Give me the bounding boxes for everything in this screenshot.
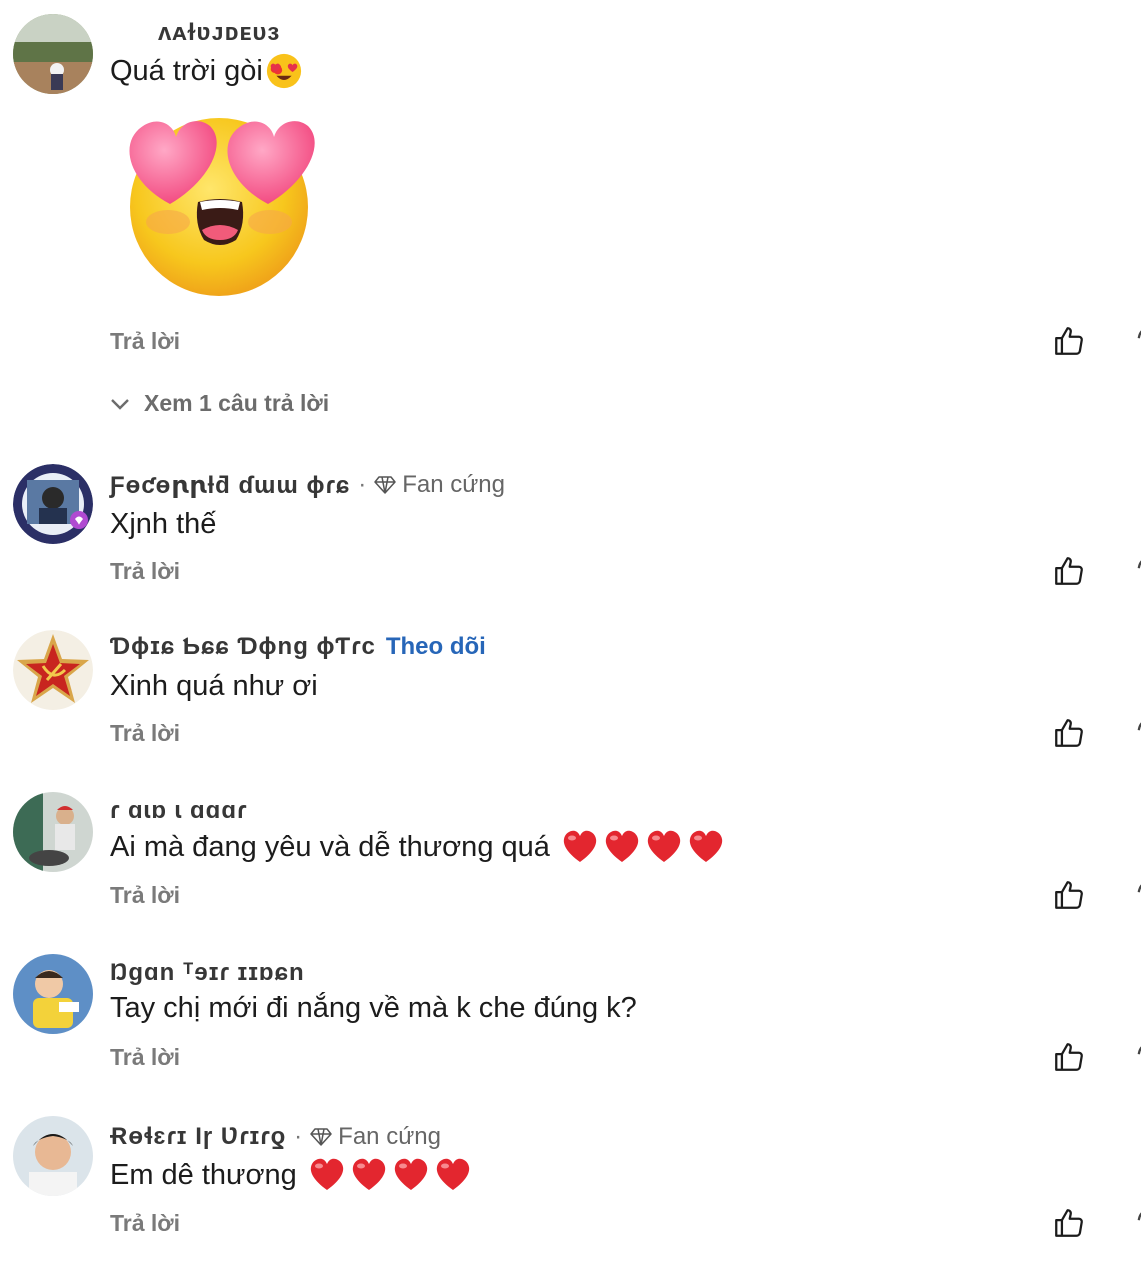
comment-author[interactable]: Ɗɸɪɕ Ƅɕɕ Ɗɸng ɸƬɾc bbox=[110, 633, 376, 661]
reply-button[interactable]: Trả lời bbox=[110, 1044, 180, 1071]
reply-button[interactable]: Trả lời bbox=[110, 1210, 180, 1237]
fan-badge-label: Fan cứng bbox=[338, 1123, 441, 1150]
comment-text-row: Ai mà đang yêu và dễ thương quá bbox=[110, 830, 724, 864]
avatar[interactable] bbox=[13, 1116, 93, 1196]
sticker-heart-eyes bbox=[118, 112, 322, 302]
reply-button[interactable]: Trả lời bbox=[110, 882, 180, 909]
comment-text-row: Tay chị mới đi nắng về mà k che đúng k? bbox=[110, 992, 637, 1025]
dislike-icon[interactable] bbox=[1133, 1206, 1141, 1240]
separator-dot: · bbox=[294, 1123, 303, 1150]
dislike-icon[interactable] bbox=[1133, 554, 1141, 588]
dislike-icon[interactable] bbox=[1133, 878, 1141, 912]
comment-text: Quá trời gòi bbox=[110, 54, 263, 87]
like-icon[interactable] bbox=[1052, 878, 1086, 912]
avatar[interactable] bbox=[13, 630, 93, 710]
like-icon[interactable] bbox=[1052, 324, 1086, 358]
comment-author[interactable]: ᴧᴀɫʋᴊᴅᴇᴜɜ bbox=[158, 19, 280, 47]
like-icon[interactable] bbox=[1052, 1206, 1086, 1240]
like-icon[interactable] bbox=[1052, 554, 1086, 588]
avatar[interactable] bbox=[13, 954, 93, 1034]
like-icon[interactable] bbox=[1052, 1040, 1086, 1074]
red-heart-icon bbox=[605, 830, 639, 862]
avatar[interactable] bbox=[13, 464, 93, 544]
comment-text: Xjnh thế bbox=[110, 508, 217, 540]
comment-author-row: ɾ ɑɩɒ ɩ ɑɑɑɾ bbox=[110, 796, 247, 826]
comment-text-row: Xjnh thế bbox=[110, 508, 216, 541]
comment-text-row: Em dê thương bbox=[110, 1158, 471, 1192]
red-heart-icon bbox=[436, 1158, 469, 1190]
dislike-icon[interactable] bbox=[1133, 716, 1141, 750]
comment-text-row: Xinh quá như ơi bbox=[110, 670, 318, 703]
comment-author-row: Ɍɵɬɛɾɪ Ɩɼ Ʋɾɪɾƍ · Fan cứng bbox=[110, 1122, 441, 1152]
follow-button[interactable]: Theo dõi bbox=[386, 633, 486, 661]
comment-author[interactable]: Ŋɡɑn ᵀɘɪɾ ɪɪɒɕn bbox=[110, 959, 305, 987]
avatar[interactable] bbox=[13, 14, 93, 94]
comment-text-row: Quá trời gòi bbox=[110, 52, 303, 90]
comment-author[interactable]: Ɍɵɬɛɾɪ Ɩɼ Ʋɾɪɾƍ bbox=[110, 1123, 286, 1151]
comment-author[interactable]: ɾ ɑɩɒ ɩ ɑɑɑɾ bbox=[110, 797, 247, 825]
heart-emoji-group bbox=[556, 830, 724, 864]
separator-dot: · bbox=[358, 471, 367, 498]
dislike-icon[interactable] bbox=[1133, 324, 1141, 358]
like-icon[interactable] bbox=[1052, 716, 1086, 750]
chevron-down-icon bbox=[111, 398, 129, 410]
comment-author-row: Ŋɡɑn ᵀɘɪɾ ɪɪɒɕn bbox=[110, 958, 305, 988]
comment-text: Xinh quá như ơi bbox=[110, 670, 318, 702]
avatar[interactable] bbox=[13, 792, 93, 872]
red-heart-icon bbox=[647, 830, 681, 862]
comment-author[interactable]: Ƒɵƈɵꞃꞃƚƌ ɗɯɯ ɸɾɕ bbox=[110, 471, 350, 500]
diamond-icon bbox=[374, 476, 396, 494]
red-heart-icon bbox=[563, 830, 597, 862]
fan-badge-label: Fan cứng bbox=[402, 471, 505, 498]
comment-author-row: Ɗɸɪɕ Ƅɕɕ Ɗɸng ɸƬɾc Theo dõi bbox=[110, 632, 486, 662]
heart-eyes-emoji-icon bbox=[266, 53, 301, 89]
heart-emoji-group bbox=[303, 1158, 471, 1192]
view-replies-label: Xem 1 câu trả lời bbox=[144, 390, 330, 416]
reply-button[interactable]: Trả lời bbox=[110, 328, 180, 355]
red-heart-icon bbox=[310, 1158, 343, 1190]
red-heart-icon bbox=[352, 1158, 385, 1190]
dislike-icon[interactable] bbox=[1133, 1040, 1141, 1074]
comment-author-row: ᴧᴀɫʋᴊᴅᴇᴜɜ bbox=[158, 18, 280, 48]
comment-text: Em dê thương bbox=[110, 1158, 297, 1191]
comment-author-row: Ƒɵƈɵꞃꞃƚƌ ɗɯɯ ɸɾɕ · Fan cứng bbox=[110, 470, 505, 500]
red-heart-icon bbox=[689, 830, 723, 862]
reply-button[interactable]: Trả lời bbox=[110, 558, 180, 585]
comment-text: Ai mà đang yêu và dễ thương quá bbox=[110, 830, 550, 863]
fan-badge[interactable]: Fan cứng bbox=[310, 1123, 441, 1151]
diamond-icon bbox=[310, 1128, 332, 1146]
reply-button[interactable]: Trả lời bbox=[110, 720, 180, 747]
fan-badge[interactable]: Fan cứng bbox=[374, 471, 505, 499]
red-heart-icon bbox=[394, 1158, 427, 1190]
comment-text: Tay chị mới đi nắng về mà k che đúng k? bbox=[110, 992, 637, 1024]
view-replies-button[interactable]: Xem 1 câu trả lời bbox=[110, 390, 329, 417]
